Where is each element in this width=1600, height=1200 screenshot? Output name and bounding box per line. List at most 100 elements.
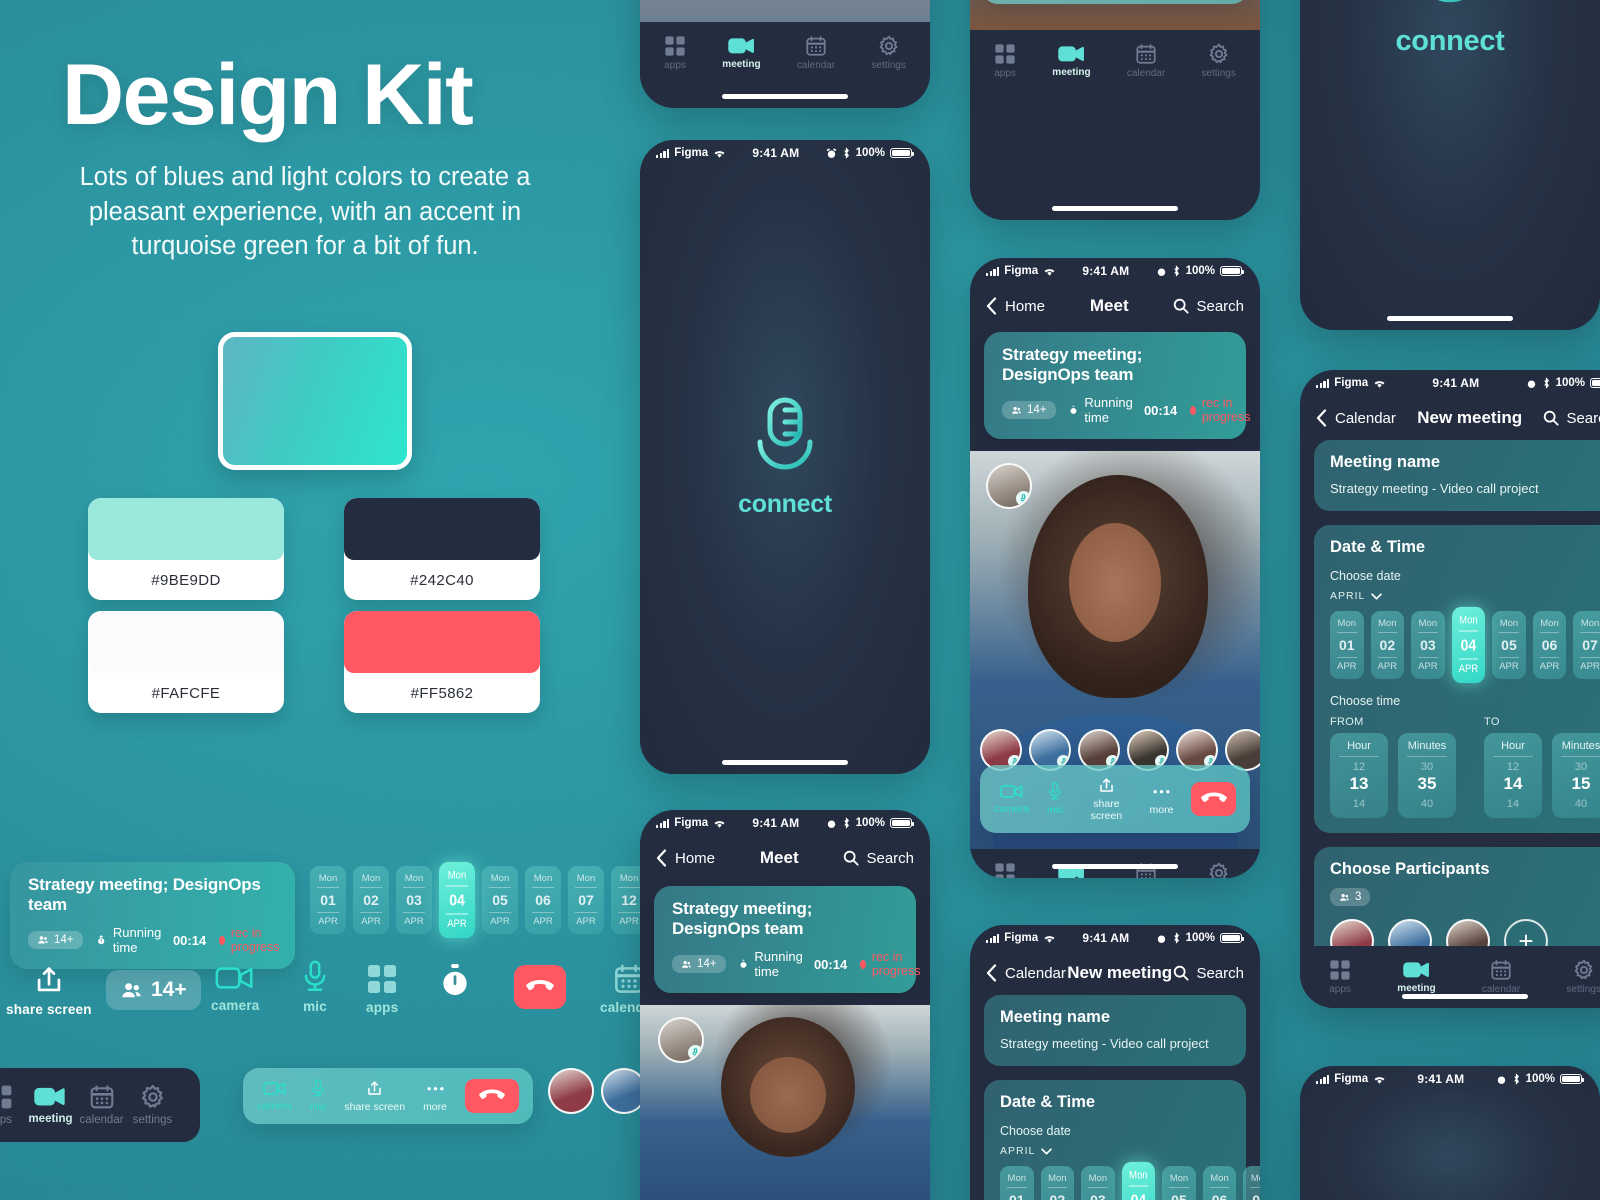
nav-item-settings[interactable]: settings (127, 1084, 178, 1126)
meeting-card-component[interactable]: Strategy meeting; DesignOps team 14+ Run… (10, 862, 295, 969)
date-time-card[interactable]: Date & Time Choose date APRIL Mon 01 APR… (984, 1080, 1260, 1200)
stopwatch-component[interactable] (438, 961, 472, 999)
nav-item-calendar[interactable]: calendar (797, 35, 835, 71)
end-call-component[interactable] (514, 965, 566, 1009)
nav-item-apps[interactable]: apps (664, 35, 686, 71)
meeting-name-card[interactable]: Meeting name Strategy meeting - Video ca… (984, 995, 1246, 1066)
to-hour-stepper[interactable]: Hour 12 14 14 (1484, 728, 1542, 818)
nav-item-calendar[interactable]: calendar (1127, 43, 1165, 79)
nav-item-meeting[interactable]: meeting (1052, 44, 1091, 78)
date-picker[interactable]: Mon 01 APR Mon 02 APR Mon 03 APR Mon 04 … (1000, 1161, 1260, 1200)
avatar-strip-component[interactable] (548, 1068, 647, 1114)
date-chip[interactable]: Mon 07 APR (1573, 611, 1600, 679)
back-button[interactable]: Home (986, 297, 1045, 315)
call-camera-button[interactable]: camera (994, 783, 1029, 815)
mic-component[interactable]: mic (300, 960, 330, 1014)
nav-item-settings[interactable]: settings (1566, 959, 1600, 995)
meeting-name-input[interactable]: Strategy meeting - Video call project (1330, 481, 1600, 496)
nav-item-apps[interactable]: apps (994, 862, 1016, 878)
back-button[interactable]: Calendar (1316, 409, 1396, 427)
avatar[interactable] (986, 463, 1032, 509)
nav-item-meeting[interactable]: meeting (25, 1085, 76, 1125)
call-mic-button[interactable]: mic (310, 1079, 326, 1113)
date-chip[interactable]: Mon 02 APR (1040, 1166, 1075, 1200)
bottom-nav[interactable]: apps meeting calendar settings (640, 22, 930, 84)
date-chip[interactable]: Mon 01 APR (1330, 611, 1364, 679)
date-chip[interactable]: Mon 03 APR (396, 866, 432, 934)
search-button[interactable]: Search (1543, 410, 1600, 427)
date-picker[interactable]: Mon 01 APR Mon 02 APR Mon 03 APR Mon 04 … (1330, 606, 1600, 684)
nav-item-calendar[interactable]: calendar (1482, 959, 1520, 995)
date-chip[interactable]: Mon 05 APR (482, 866, 518, 934)
end-call-button[interactable] (1191, 782, 1236, 816)
time-to-group[interactable]: TO Hour 12 14 14 Minutes 30 15 40 (1484, 716, 1600, 818)
date-chip[interactable]: Mon 02 APR (353, 866, 389, 934)
date-chip[interactable]: Mon 07 APR (568, 866, 604, 934)
call-more-button[interactable]: more (423, 1079, 447, 1113)
call-share-screen-button[interactable]: share screen (344, 1079, 405, 1113)
from-hour-stepper[interactable]: Hour 12 13 14 (1330, 728, 1388, 818)
camera-component[interactable]: camera (211, 963, 260, 1013)
meeting-name-input[interactable]: Strategy meeting - Video call project (1000, 1036, 1230, 1051)
avatar[interactable] (658, 1017, 704, 1063)
avatar[interactable] (548, 1068, 594, 1114)
back-button[interactable]: Calendar (986, 964, 1066, 982)
month-selector[interactable]: APRIL (1000, 1145, 1230, 1157)
meeting-info-card[interactable]: Strategy meeting; DesignOps team 14+ Run… (654, 886, 921, 993)
search-button[interactable]: Search (1173, 298, 1244, 315)
date-chip[interactable]: Mon 03 APR (1411, 611, 1445, 679)
call-more-button[interactable]: more (1149, 782, 1173, 816)
nav-item-settings[interactable]: settings (1201, 862, 1235, 878)
date-picker-component[interactable]: Mon 01 APR Mon 02 APR Mon 03 APR Mon 04 … (310, 861, 690, 939)
date-chip[interactable]: Mon 04 APR (1121, 1161, 1156, 1200)
date-chip[interactable]: Mon 03 APR (1081, 1166, 1115, 1200)
month-selector[interactable]: APRIL (1330, 590, 1600, 602)
nav-item-apps[interactable]: apps (994, 43, 1016, 79)
meeting-info-card[interactable]: Strategy meeting; DesignOps team 14+ Run… (984, 332, 1251, 439)
date-chip[interactable]: Mon 02 APR (1370, 611, 1405, 679)
date-chip[interactable]: Mon 07 APR (1243, 1166, 1260, 1200)
date-chip[interactable]: Mon 06 APR (1532, 611, 1567, 679)
color-swatch[interactable]: #FF5862 (344, 611, 540, 713)
nav-item-apps[interactable]: apps (1329, 959, 1351, 995)
bottom-nav[interactable]: apps meeting calendar settings (970, 30, 1260, 92)
nav-item-settings[interactable]: settings (871, 35, 906, 71)
meeting-name-card[interactable]: Meeting name Strategy meeting - Video ca… (1314, 440, 1600, 511)
call-share-screen-button[interactable]: share screen (1081, 776, 1131, 822)
to-minutes-stepper[interactable]: Minutes 30 15 40 (1552, 728, 1600, 818)
people-count-badge-component[interactable]: 14+ (106, 970, 201, 1010)
call-control-bar[interactable]: camera mic share screen more (982, 0, 1248, 4)
search-button[interactable]: Search (843, 850, 914, 867)
search-button[interactable]: Search (1173, 965, 1244, 982)
date-chip[interactable]: Mon 05 APR (1492, 611, 1526, 679)
nav-item-apps[interactable]: apps (0, 1084, 25, 1126)
bottom-nav-component[interactable]: apps meeting calendar settings (0, 1068, 200, 1142)
end-call-button[interactable] (465, 1079, 519, 1113)
nav-item-settings[interactable]: settings (1201, 43, 1236, 79)
color-swatch[interactable]: #242C40 (344, 498, 540, 600)
nav-item-calendar[interactable]: calendar (76, 1084, 127, 1126)
from-minutes-stepper[interactable]: Minutes 30 35 40 (1398, 728, 1456, 818)
call-control-bar-component[interactable]: camera mic share screen more (243, 1068, 533, 1124)
date-chip[interactable]: Mon 05 APR (1162, 1166, 1196, 1200)
call-mic-button[interactable]: mic (1047, 782, 1063, 816)
date-chip[interactable]: Mon 06 APR (1202, 1166, 1237, 1200)
apps-component[interactable]: apps (366, 963, 398, 1015)
date-chip[interactable]: Mon 01 APR (1000, 1166, 1034, 1200)
back-button[interactable]: Home (656, 849, 715, 867)
nav-item-meeting[interactable]: meeting (1397, 960, 1436, 994)
date-chip[interactable]: Mon 04 APR (439, 861, 475, 939)
date-time-card[interactable]: Date & Time Choose date APRIL Mon 01 APR… (1314, 525, 1600, 833)
video-feed[interactable]: camera mic share screen more (970, 451, 1260, 849)
video-feed[interactable] (640, 1005, 930, 1200)
date-chip[interactable]: Mon 06 APR (525, 866, 561, 934)
time-from-group[interactable]: FROM Hour 12 13 14 Minutes 30 35 40 (1330, 716, 1456, 818)
color-swatch[interactable]: #9BE9DD (88, 498, 284, 600)
color-swatch[interactable]: #FAFCFE (88, 611, 284, 713)
call-control-bar[interactable]: camera mic share screen more (980, 765, 1250, 833)
date-chip[interactable]: Mon 01 APR (310, 866, 346, 934)
call-camera-button[interactable]: camera (257, 1080, 292, 1112)
share-screen-component[interactable]: share screen (6, 963, 92, 1017)
date-chip[interactable]: Mon 04 APR (1451, 606, 1486, 684)
nav-item-meeting[interactable]: meeting (722, 36, 761, 70)
